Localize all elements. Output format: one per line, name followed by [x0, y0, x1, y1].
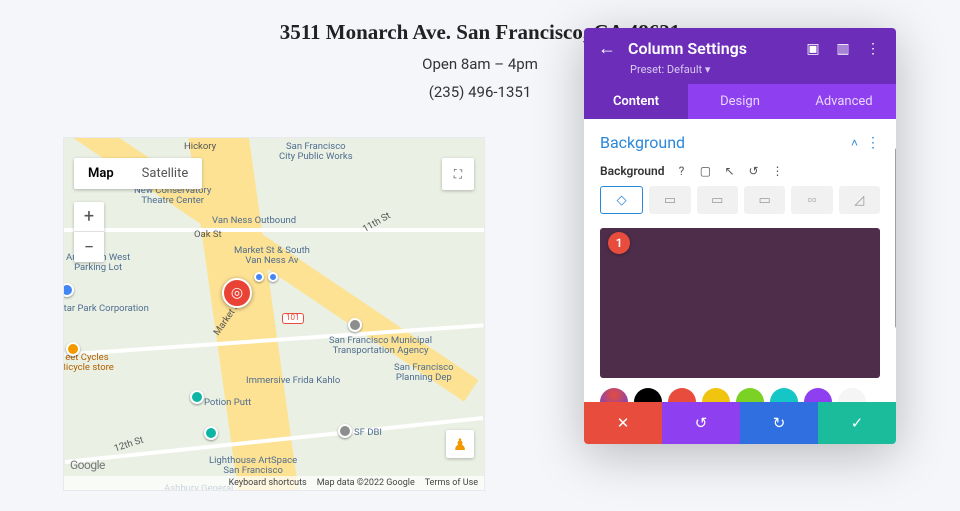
- google-logo: Google: [70, 458, 105, 472]
- panel-title: Column Settings: [628, 39, 792, 58]
- bg-image-tab[interactable]: ▭: [697, 186, 738, 214]
- back-button[interactable]: ←: [598, 38, 616, 59]
- swatch[interactable]: [838, 388, 866, 402]
- map-poi-label: Immersive Frida Kahlo: [246, 376, 340, 386]
- undo-button[interactable]: ↺: [662, 402, 740, 444]
- street-view-pegman[interactable]: ♟: [446, 430, 474, 458]
- swatch[interactable]: [736, 388, 764, 402]
- map-poi-civic-icon[interactable]: [338, 424, 352, 438]
- panel-tabs: Content Design Advanced: [584, 84, 896, 119]
- map-embed[interactable]: Hickory San Francisco City Public Works …: [64, 138, 484, 490]
- tab-design[interactable]: Design: [688, 84, 792, 119]
- fullscreen-button[interactable]: ⛶: [442, 158, 474, 190]
- map-road-label: Oak St: [194, 230, 222, 240]
- reset-icon[interactable]: ↺: [746, 164, 760, 178]
- map-attribution: Map data ©2022 Google: [317, 478, 415, 488]
- redo-button[interactable]: ↻: [740, 402, 818, 444]
- zoom-out-button[interactable]: −: [74, 232, 104, 262]
- swatch[interactable]: [804, 388, 832, 402]
- terms-link[interactable]: Terms of Use: [425, 478, 478, 488]
- map-marker-icon[interactable]: ◎: [222, 278, 252, 308]
- map-poi-parking-icon[interactable]: [64, 283, 74, 297]
- zoom-in-button[interactable]: +: [74, 202, 104, 232]
- bg-gradient-tab[interactable]: ▭: [649, 186, 690, 214]
- map-canvas[interactable]: Hickory San Francisco City Public Works …: [64, 138, 484, 490]
- map-poi-label: Lighthouse ArtSpace San Francisco: [209, 456, 297, 477]
- swatch-picker[interactable]: [600, 388, 628, 402]
- background-type-tabs: ◇ ▭ ▭ ▭ ▫▫ ◿: [584, 186, 896, 224]
- option-row: Background ? ▢ ↖ ↺ ⋮: [584, 160, 896, 186]
- snap-icon[interactable]: ▣: [804, 41, 822, 57]
- map-type-satellite[interactable]: Satellite: [128, 158, 203, 189]
- map-poi-civic-icon[interactable]: [348, 318, 362, 332]
- cancel-button[interactable]: ✕: [584, 402, 662, 444]
- section-menu-icon[interactable]: ⋮: [866, 135, 880, 151]
- map-transit-icon[interactable]: [268, 272, 278, 282]
- map-poi-label: Market St & South Van Ness Av: [234, 246, 310, 267]
- bg-mask-tab[interactable]: ◿: [839, 186, 880, 214]
- help-icon[interactable]: ?: [674, 164, 688, 178]
- save-button[interactable]: ✓: [818, 402, 896, 444]
- panel-scrollbar[interactable]: [895, 148, 896, 328]
- swatch[interactable]: [668, 388, 696, 402]
- map-poi-label: Potion Putt: [204, 398, 251, 408]
- map-poi-label: Van Ness Outbound: [212, 216, 296, 226]
- map-poi-label: SF DBI: [354, 428, 382, 438]
- color-swatches: [584, 388, 896, 402]
- highway-shield: 101: [282, 313, 304, 324]
- step-badge: 1: [608, 232, 630, 254]
- tab-advanced[interactable]: Advanced: [792, 84, 896, 119]
- map-poi-label: New Conservatory Theatre Center: [134, 186, 211, 207]
- panel-actions: ✕ ↺ ↻ ✓: [584, 402, 896, 444]
- map-poi-label: eet Cycles Bicycle store: [64, 353, 114, 374]
- map-footer: Keyboard shortcuts Map data ©2022 Google…: [64, 476, 484, 490]
- section-header[interactable]: Background ˄ ⋮: [584, 119, 896, 160]
- swatch[interactable]: [702, 388, 730, 402]
- option-menu-icon[interactable]: ⋮: [770, 164, 784, 178]
- tab-content[interactable]: Content: [584, 84, 688, 119]
- map-poi-label: San Francisco Municipal Transportation A…: [329, 336, 432, 357]
- hover-icon[interactable]: ↖: [722, 164, 736, 178]
- option-label: Background: [600, 164, 664, 178]
- bg-pattern-tab[interactable]: ▫▫: [791, 186, 832, 214]
- map-poi-attraction-icon[interactable]: [204, 426, 218, 440]
- color-preview[interactable]: 1: [600, 228, 880, 378]
- collapse-icon[interactable]: ˄: [851, 136, 858, 150]
- section-title: Background: [600, 133, 851, 152]
- expand-icon[interactable]: ▥: [834, 41, 852, 57]
- map-poi-label: San Francisco City Public Works: [279, 142, 353, 163]
- preset-selector[interactable]: Preset: Default ▾: [584, 63, 896, 84]
- bg-video-tab[interactable]: ▭: [744, 186, 785, 214]
- map-type-switch[interactable]: Map Satellite: [74, 158, 202, 189]
- keyboard-shortcuts-link[interactable]: Keyboard shortcuts: [229, 478, 307, 488]
- swatch[interactable]: [770, 388, 798, 402]
- responsive-icon[interactable]: ▢: [698, 164, 712, 178]
- map-poi-attraction-icon[interactable]: [190, 390, 204, 404]
- map-poi-label: San Francisco Planning Dep: [394, 363, 454, 384]
- map-poi-label: Star Park Corporation: [64, 304, 149, 314]
- bg-color-tab[interactable]: ◇: [600, 186, 643, 214]
- swatch[interactable]: [634, 388, 662, 402]
- map-road-label: Hickory: [184, 142, 216, 152]
- map-poi-shop-icon[interactable]: [66, 342, 80, 356]
- more-icon[interactable]: ⋮: [864, 41, 882, 57]
- map-transit-icon[interactable]: [254, 272, 264, 282]
- settings-panel: ← Column Settings ▣ ▥ ⋮ Preset: Default …: [584, 28, 896, 444]
- map-zoom: + −: [74, 202, 104, 262]
- map-type-map[interactable]: Map: [74, 158, 128, 189]
